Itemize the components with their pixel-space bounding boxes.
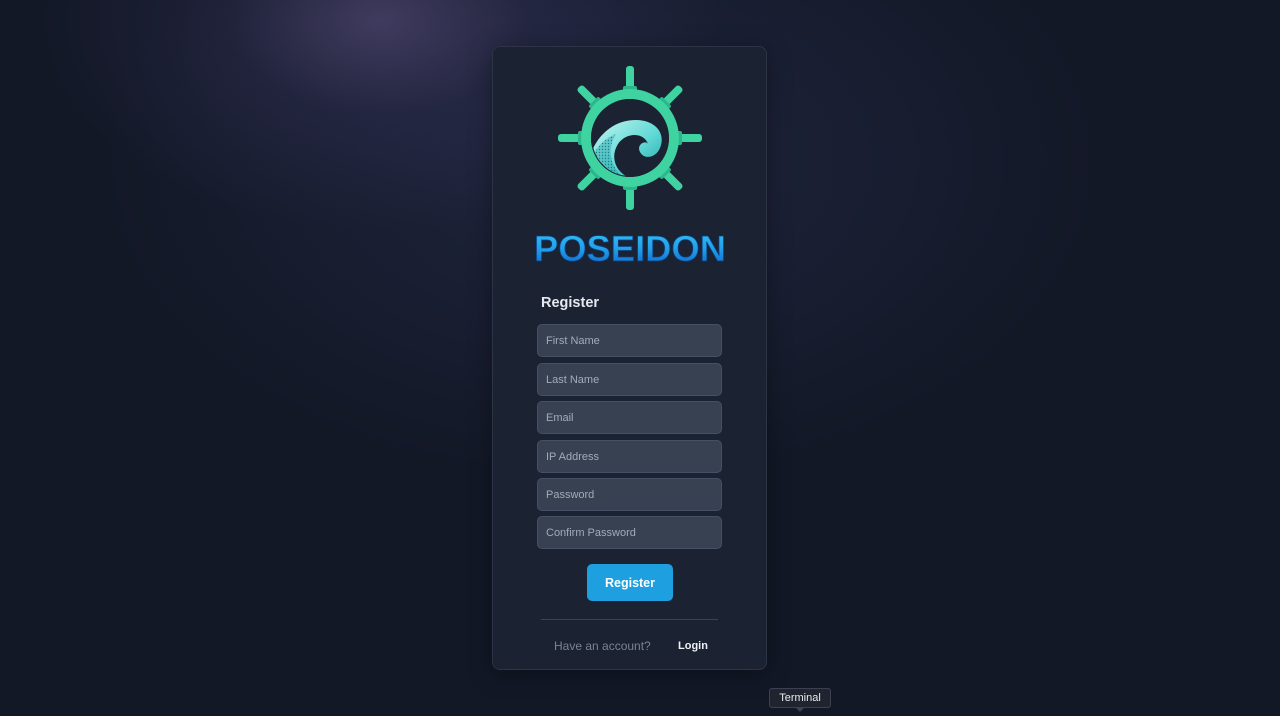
have-account-text: Have an account? (554, 639, 651, 653)
ship-wheel-wave-icon (558, 66, 702, 210)
first-name-field[interactable] (537, 324, 722, 357)
last-name-field[interactable] (537, 363, 722, 396)
brand-name: POSEIDON (534, 228, 726, 269)
tooltip-arrow (795, 707, 805, 712)
brand-wordmark: POSEIDON (534, 228, 727, 270)
confirm-password-field[interactable] (537, 516, 722, 549)
register-button[interactable]: Register (587, 564, 673, 601)
password-field[interactable] (537, 478, 722, 511)
ip-address-field[interactable] (537, 440, 722, 473)
email-field[interactable] (537, 401, 722, 434)
form-title: Register (541, 295, 600, 311)
divider (541, 619, 718, 620)
terminal-tooltip: Terminal (769, 688, 831, 708)
login-link[interactable]: Login (678, 640, 708, 652)
